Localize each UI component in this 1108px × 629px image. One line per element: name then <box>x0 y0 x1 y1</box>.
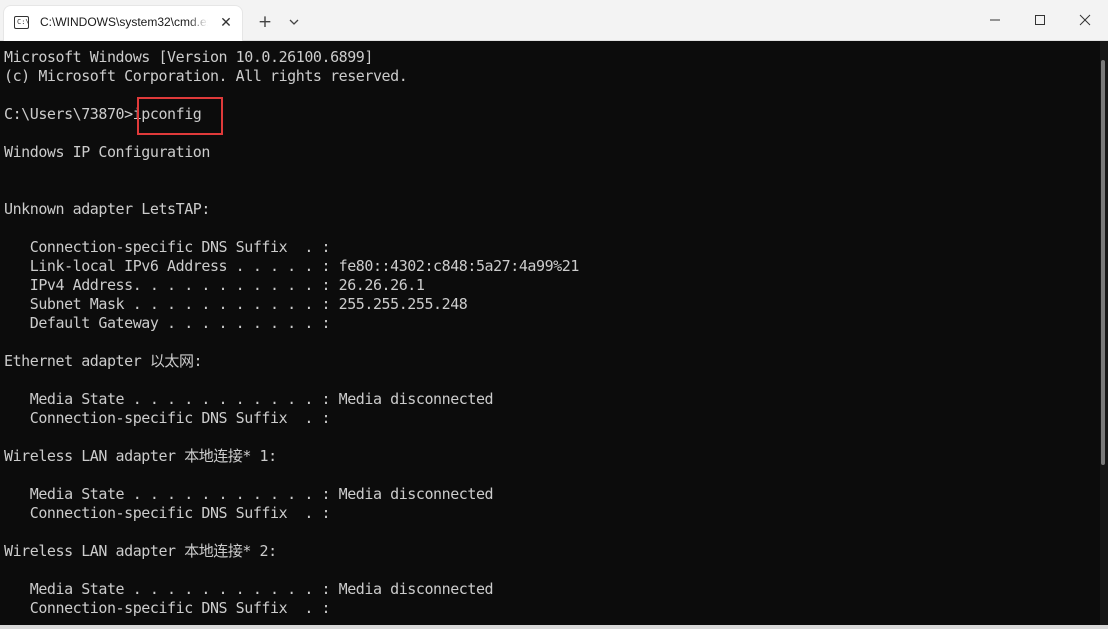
new-tab-button[interactable]: + <box>254 11 276 33</box>
console-line: Connection-specific DNS Suffix . : <box>4 504 331 522</box>
close-tab-icon[interactable]: ✕ <box>218 15 234 31</box>
console-line: Media State . . . . . . . . . . . : Medi… <box>4 485 494 503</box>
tab-cmd[interactable]: C:\ C:\WINDOWS\system32\cmd.exe ✕ <box>4 6 242 41</box>
console-line: Windows IP Configuration <box>4 143 210 161</box>
title-bar: C:\ C:\WINDOWS\system32\cmd.exe ✕ + <box>0 0 1108 41</box>
console-line: Media State . . . . . . . . . . . : Medi… <box>4 390 494 408</box>
console-line: Connection-specific DNS Suffix . : <box>4 238 331 256</box>
minimize-button[interactable] <box>972 0 1018 40</box>
console-line: Microsoft Windows [Version 10.0.26100.68… <box>4 48 373 66</box>
console-line: Connection-specific DNS Suffix . : <box>4 599 331 617</box>
console-line: Wireless LAN adapter 本地连接* 1: <box>4 447 277 465</box>
chevron-down-icon[interactable] <box>284 12 304 32</box>
console-line: Connection-specific DNS Suffix . : <box>4 409 331 427</box>
console-line: Link-local IPv6 Address . . . . . : fe80… <box>4 257 580 275</box>
minimize-icon <box>990 19 1000 21</box>
console-line: Wireless LAN adapter 本地连接* 2: <box>4 542 277 560</box>
close-window-button[interactable] <box>1062 0 1108 40</box>
command-highlight-box <box>137 97 223 135</box>
close-icon <box>1079 14 1091 26</box>
bottom-edge <box>0 625 1108 629</box>
maximize-icon <box>1035 15 1045 25</box>
tab-title: C:\WINDOWS\system32\cmd.exe <box>40 15 208 29</box>
console-line: Unknown adapter LetsTAP: <box>4 200 210 218</box>
console-line: IPv4 Address. . . . . . . . . . . : 26.2… <box>4 276 425 294</box>
console-line: Media State . . . . . . . . . . . : Medi… <box>4 580 494 598</box>
cmd-icon: C:\ <box>14 16 30 29</box>
maximize-button[interactable] <box>1017 0 1063 40</box>
console-line: Default Gateway . . . . . . . . . : <box>4 314 331 332</box>
scrollbar-thumb[interactable] <box>1101 60 1105 465</box>
console-line: (c) Microsoft Corporation. All rights re… <box>4 67 408 85</box>
console-line: Subnet Mask . . . . . . . . . . . : 255.… <box>4 295 468 313</box>
console-line: Ethernet adapter 以太网: <box>4 352 203 370</box>
terminal-window: C:\ C:\WINDOWS\system32\cmd.exe ✕ + Micr… <box>0 0 1108 629</box>
